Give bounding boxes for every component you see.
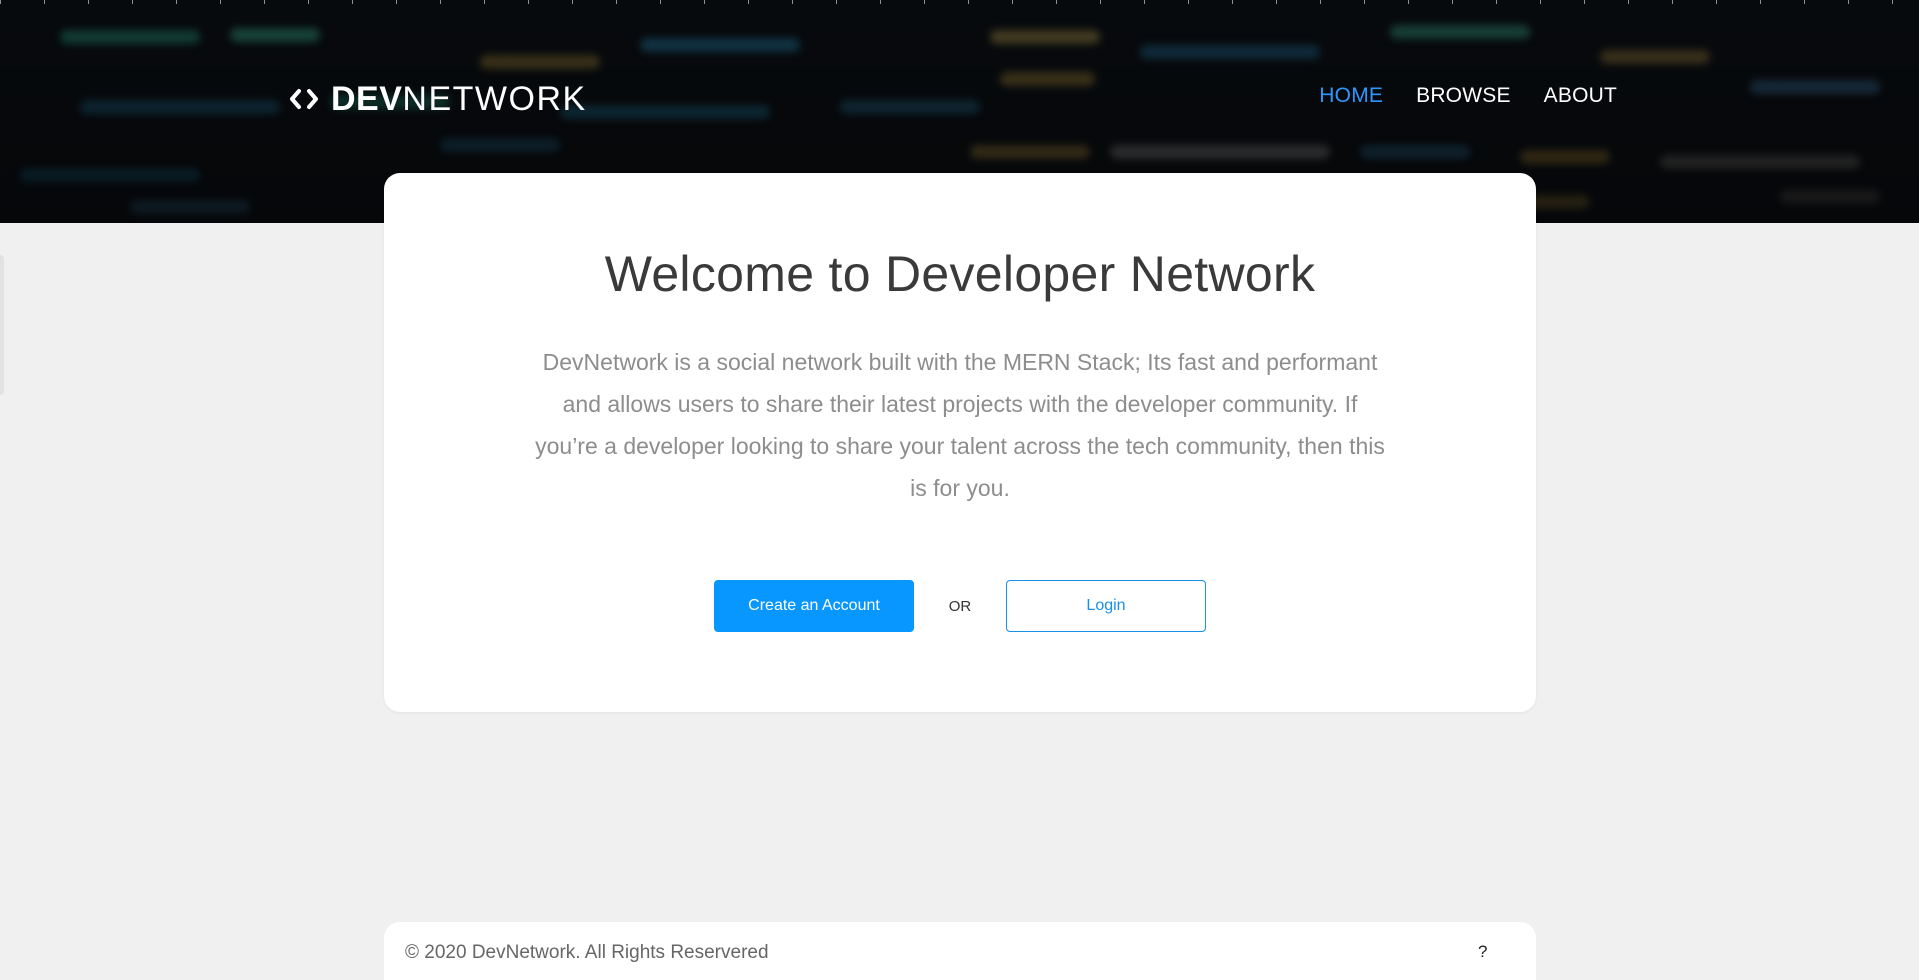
page: DEV NETWORK HOME BROWSE ABOUT Welcome to…	[0, 0, 1919, 980]
top-nav: HOME BROWSE ABOUT	[1319, 84, 1617, 108]
nav-home-link[interactable]: HOME	[1319, 84, 1383, 108]
nav-about-link[interactable]: ABOUT	[1544, 84, 1617, 108]
top-tick-strip	[0, 0, 1919, 4]
brand-name-bold: DEV	[331, 79, 403, 118]
brand-logo-link[interactable]: DEV NETWORK	[289, 78, 587, 120]
nav-browse-link[interactable]: BROWSE	[1416, 84, 1511, 108]
help-link[interactable]: ?	[1478, 942, 1487, 962]
footer: © 2020 DevNetwork. All Rights Reservered…	[384, 922, 1536, 980]
login-button[interactable]: Login	[1006, 580, 1206, 632]
code-brackets-icon	[290, 89, 318, 109]
welcome-card: Welcome to Developer Network DevNetwork …	[384, 173, 1536, 712]
intro-description: DevNetwork is a social network built wit…	[535, 349, 1385, 501]
brand-name-light: NETWORK	[402, 79, 587, 118]
page-title: Welcome to Developer Network	[604, 246, 1316, 302]
copyright-text: © 2020 DevNetwork. All Rights Reservered	[405, 942, 769, 963]
auth-actions: Create an Account OR Login	[384, 580, 1536, 632]
or-separator: OR	[948, 597, 972, 615]
create-account-button[interactable]: Create an Account	[714, 580, 914, 632]
side-scroll-tab	[0, 255, 4, 395]
